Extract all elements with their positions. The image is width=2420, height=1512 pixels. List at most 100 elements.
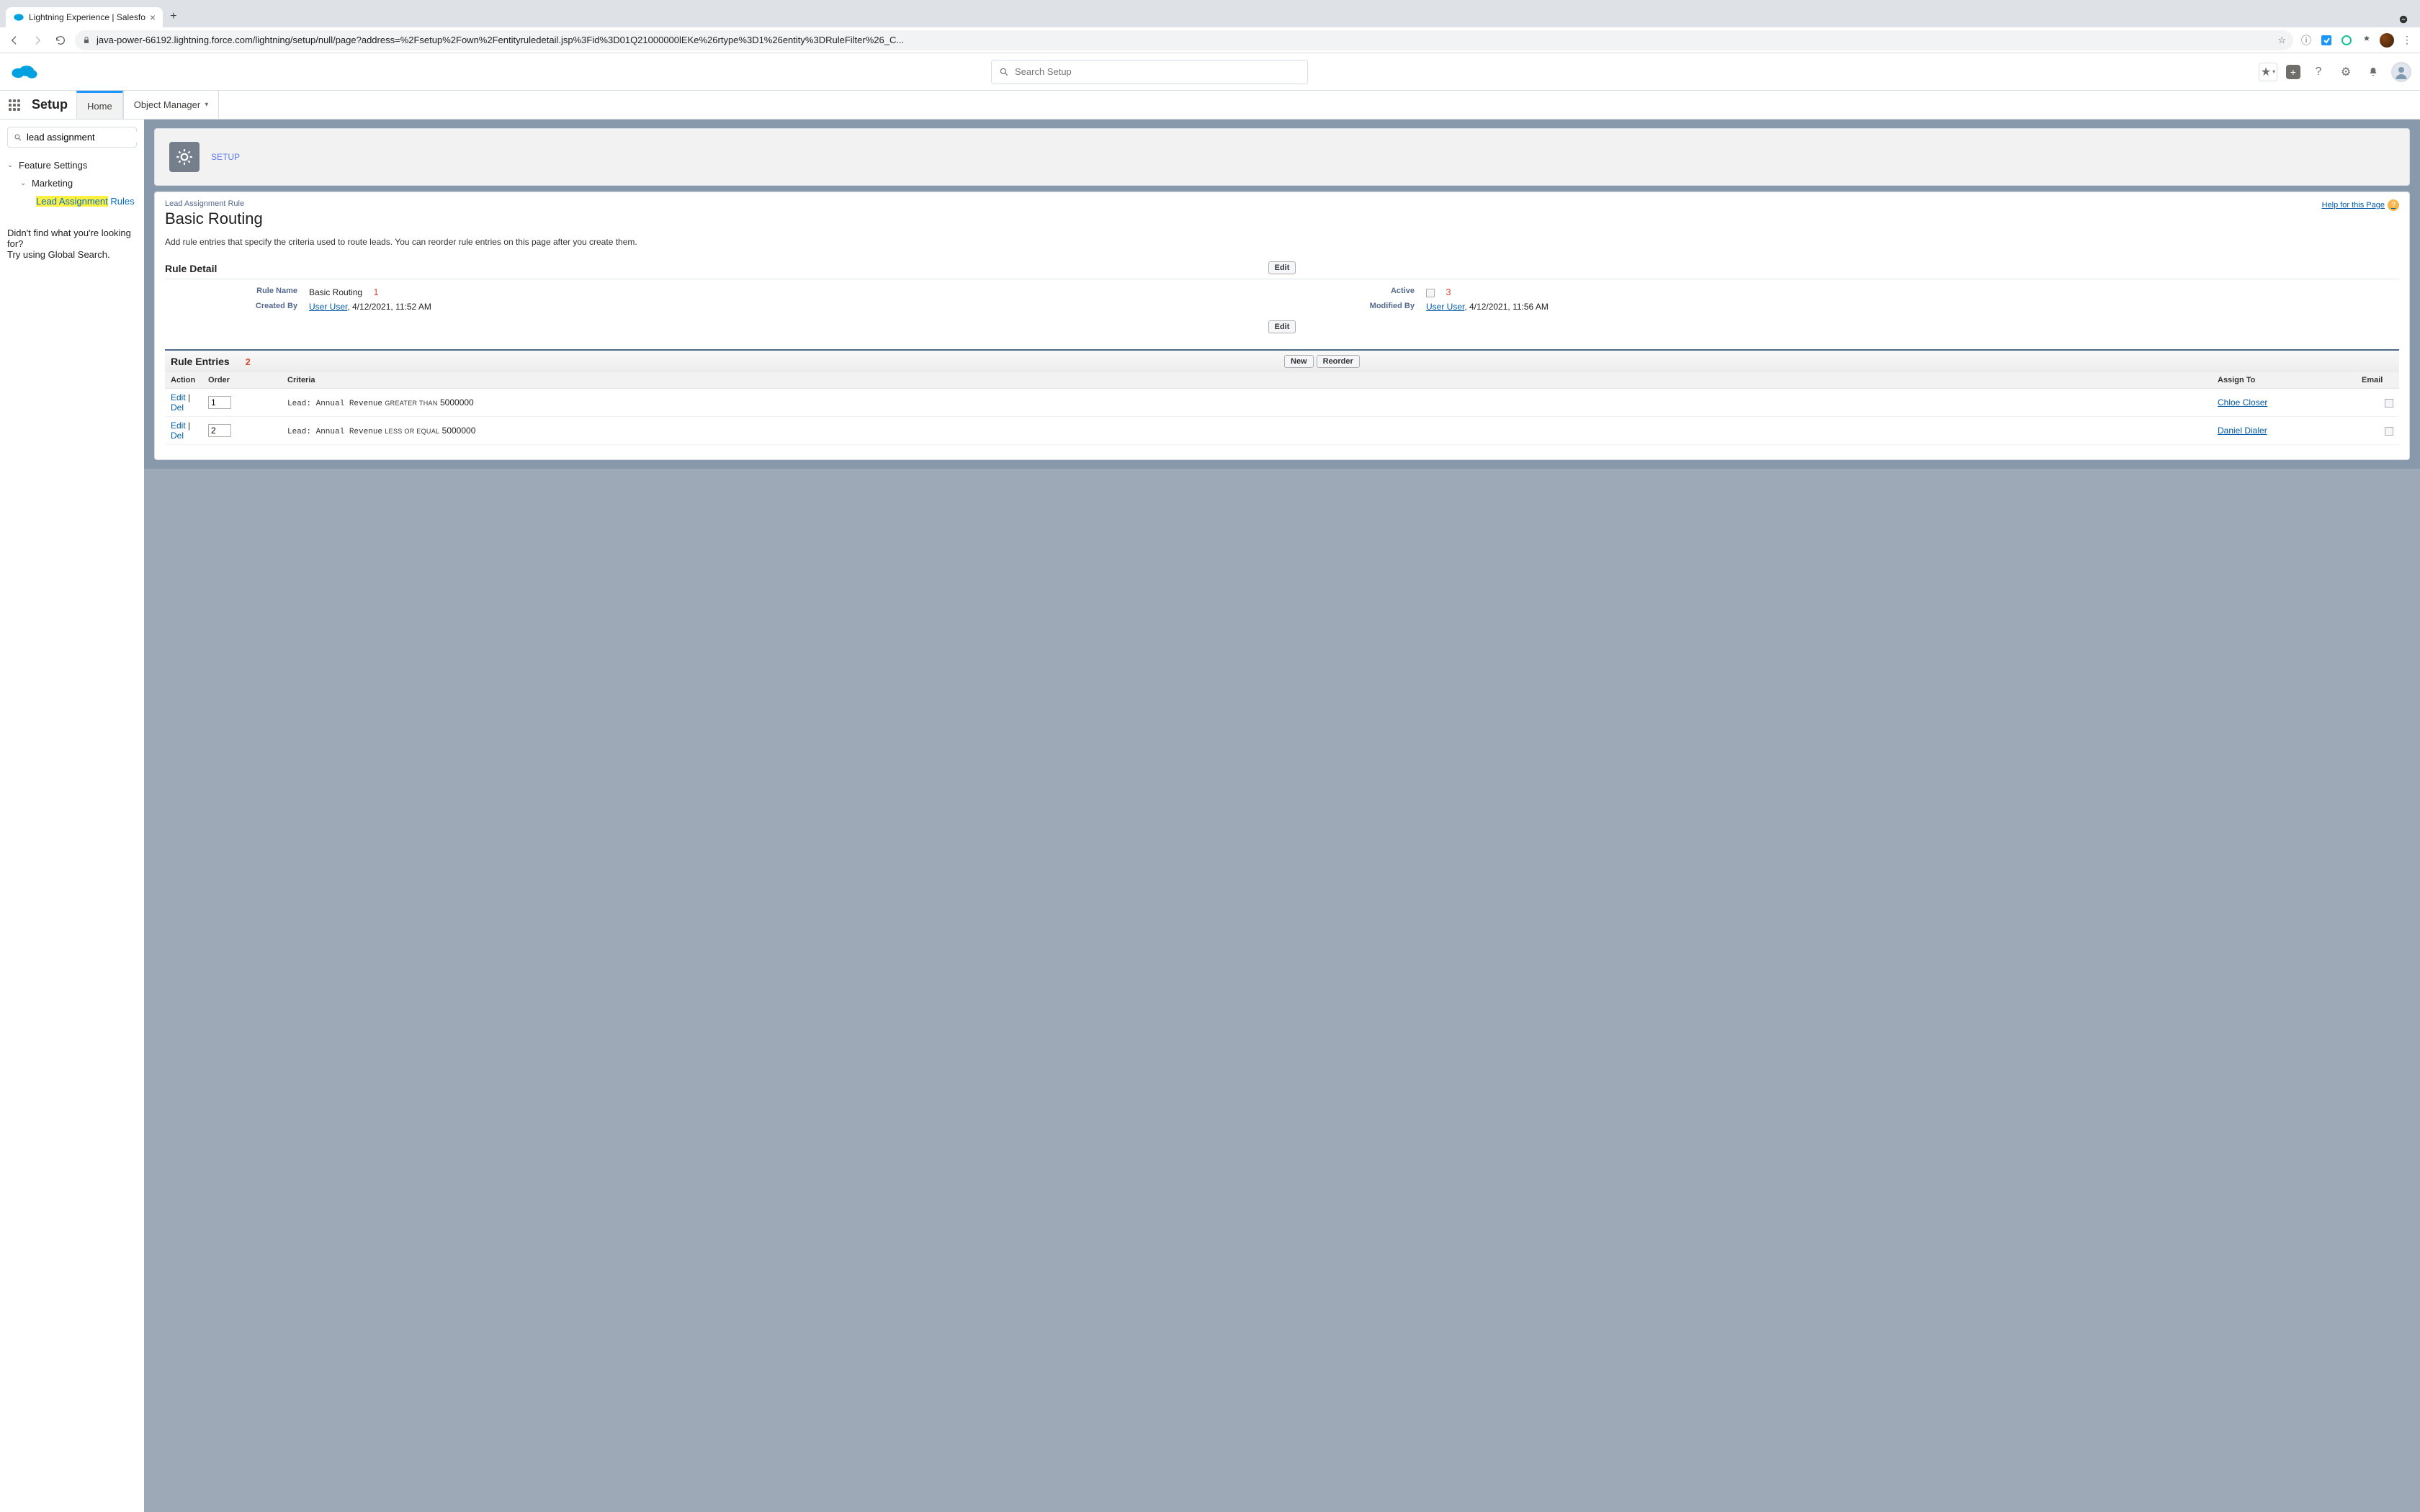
- back-button[interactable]: [6, 32, 23, 49]
- url-text: java-power-66192.lightning.force.com/lig…: [97, 35, 904, 45]
- salesforce-header: ★▾ + ? ⚙: [0, 53, 2420, 91]
- content-area: SETUP Lead Assignment Rule Basic Routing…: [144, 120, 2420, 1512]
- tree-node-lead-assignment-rules[interactable]: Lead Assignment Rules: [7, 192, 137, 210]
- browser-tab-strip: Lightning Experience | Salesfo × +: [0, 0, 2420, 27]
- rule-entries-table: Action Order Criteria Assign To Email Ed…: [165, 372, 2399, 445]
- order-input[interactable]: [208, 396, 231, 409]
- annotation-3: 3: [1437, 287, 1451, 297]
- reorder-button[interactable]: Reorder: [1317, 355, 1360, 368]
- rule-name-label: Rule Name: [165, 287, 309, 297]
- help-icon[interactable]: ?: [2309, 63, 2328, 81]
- assignee-link[interactable]: Daniel Dialer: [2218, 426, 2267, 436]
- active-checkbox: [1426, 289, 1435, 297]
- setup-gear-tile-icon: [169, 142, 200, 172]
- user-avatar[interactable]: [2391, 62, 2411, 82]
- row-del-link[interactable]: Del: [171, 431, 184, 441]
- sidebar-no-results: Didn't find what you're looking for? Try…: [7, 228, 137, 260]
- toolbar-extensions: ⓘ ⋮: [2299, 33, 2414, 48]
- col-email: Email: [2356, 372, 2399, 389]
- row-del-link[interactable]: Del: [171, 402, 184, 413]
- annotation-2: 2: [233, 356, 251, 367]
- col-assign: Assign To: [2212, 372, 2356, 389]
- new-tab-button[interactable]: +: [163, 6, 184, 27]
- detail-card: Lead Assignment Rule Basic Routing Help …: [154, 192, 2410, 460]
- browser-address-bar: java-power-66192.lightning.force.com/lig…: [0, 27, 2420, 53]
- app-nav-bar: Setup Home Object Manager ▾: [0, 91, 2420, 120]
- row-edit-link[interactable]: Edit: [171, 420, 186, 431]
- modified-by-label: Modified By: [1282, 302, 1426, 312]
- new-entry-button[interactable]: New: [1284, 355, 1314, 368]
- global-actions-icon[interactable]: +: [2286, 65, 2300, 79]
- tree-node-feature-settings[interactable]: ⌄Feature Settings: [7, 156, 137, 174]
- rule-entries-heading: Rule Entries: [171, 356, 230, 367]
- reload-button[interactable]: [52, 32, 69, 49]
- active-label: Active: [1282, 287, 1426, 297]
- search-icon: [999, 67, 1009, 77]
- caret-down-icon: ⌄: [7, 161, 16, 169]
- close-tab-icon[interactable]: ×: [150, 12, 156, 23]
- rule-detail-fields: Rule Name Basic Routing 1 Active 3 Creat…: [165, 279, 2399, 312]
- extensions-menu-icon[interactable]: [2360, 33, 2374, 48]
- window-minimize-icon[interactable]: [2393, 12, 2414, 27]
- info-icon[interactable]: ⓘ: [2299, 33, 2313, 48]
- kebab-menu-icon[interactable]: ⋮: [2400, 33, 2414, 48]
- modified-by-value: User User, 4/12/2021, 11:56 AM: [1426, 302, 2399, 312]
- header-icon-group: ★▾ + ? ⚙: [2259, 62, 2411, 82]
- help-badge-icon: ?: [2388, 199, 2399, 211]
- detail-description: Add rule entries that specify the criter…: [165, 237, 2399, 247]
- tab-home[interactable]: Home: [76, 91, 123, 119]
- help-for-page-link[interactable]: Help for this Page ?: [2322, 199, 2399, 211]
- profile-avatar[interactable]: [2380, 33, 2394, 48]
- page-header: SETUP: [154, 128, 2410, 186]
- rule-detail-heading: Rule Detail: [165, 263, 217, 274]
- chevron-down-icon: ▾: [205, 101, 208, 109]
- tree-node-marketing[interactable]: ⌄Marketing: [7, 174, 137, 192]
- app-launcher-icon[interactable]: [0, 91, 29, 119]
- detail-title: Basic Routing: [165, 210, 263, 228]
- setup-gear-icon[interactable]: ⚙: [2336, 63, 2355, 81]
- rule-name-value: Basic Routing 1: [309, 287, 1282, 297]
- entry-row: Edit | Del Lead: Annual Revenue GREATER …: [165, 389, 2399, 417]
- sidebar-quick-find[interactable]: [7, 127, 137, 148]
- col-action: Action: [165, 372, 202, 389]
- favorites-icon[interactable]: ★▾: [2259, 63, 2277, 81]
- quick-find-input[interactable]: [27, 132, 153, 143]
- edit-button-top[interactable]: Edit: [1268, 261, 1296, 274]
- created-by-user-link[interactable]: User User: [309, 302, 347, 312]
- global-search[interactable]: [991, 60, 1308, 84]
- tab-title: Lightning Experience | Salesfo: [29, 12, 145, 22]
- edit-button-bottom[interactable]: Edit: [1268, 320, 1296, 333]
- annotation-1: 1: [364, 287, 378, 297]
- forward-button: [29, 32, 46, 49]
- global-search-input[interactable]: [1015, 66, 1300, 77]
- email-checkbox: [2385, 399, 2393, 408]
- browser-tab[interactable]: Lightning Experience | Salesfo ×: [6, 7, 163, 27]
- entry-row: Edit | Del Lead: Annual Revenue LESS OR …: [165, 417, 2399, 445]
- caret-down-icon: ⌄: [20, 179, 29, 187]
- lock-icon: [82, 36, 91, 45]
- notifications-icon[interactable]: [2364, 63, 2383, 81]
- created-by-value: User User, 4/12/2021, 11:52 AM: [309, 302, 1282, 312]
- extension-icon-2[interactable]: [2339, 33, 2354, 48]
- salesforce-favicon: [13, 12, 24, 23]
- salesforce-logo[interactable]: [9, 61, 40, 83]
- page-header-crumb: SETUP: [211, 152, 240, 162]
- modified-by-user-link[interactable]: User User: [1426, 302, 1464, 312]
- rule-entries-bar: Rule Entries 2 New Reorder: [165, 349, 2399, 372]
- detail-eyebrow: Lead Assignment Rule: [165, 199, 263, 208]
- col-criteria: Criteria: [282, 372, 2212, 389]
- tab-object-manager[interactable]: Object Manager ▾: [123, 91, 220, 119]
- assignee-link[interactable]: Chloe Closer: [2218, 397, 2267, 408]
- setup-sidebar: ⌄Feature Settings ⌄Marketing Lead Assign…: [0, 120, 144, 1512]
- created-by-label: Created By: [165, 302, 309, 312]
- search-icon: [14, 133, 22, 142]
- app-name-label: Setup: [29, 91, 76, 119]
- url-field[interactable]: java-power-66192.lightning.force.com/lig…: [75, 30, 2293, 50]
- active-value: 3: [1426, 287, 2399, 297]
- order-input[interactable]: [208, 424, 231, 437]
- row-edit-link[interactable]: Edit: [171, 392, 186, 402]
- sidebar-tree: ⌄Feature Settings ⌄Marketing Lead Assign…: [7, 156, 137, 210]
- star-icon[interactable]: ☆: [2277, 35, 2286, 46]
- extension-icon-1[interactable]: [2319, 33, 2334, 48]
- col-order: Order: [202, 372, 282, 389]
